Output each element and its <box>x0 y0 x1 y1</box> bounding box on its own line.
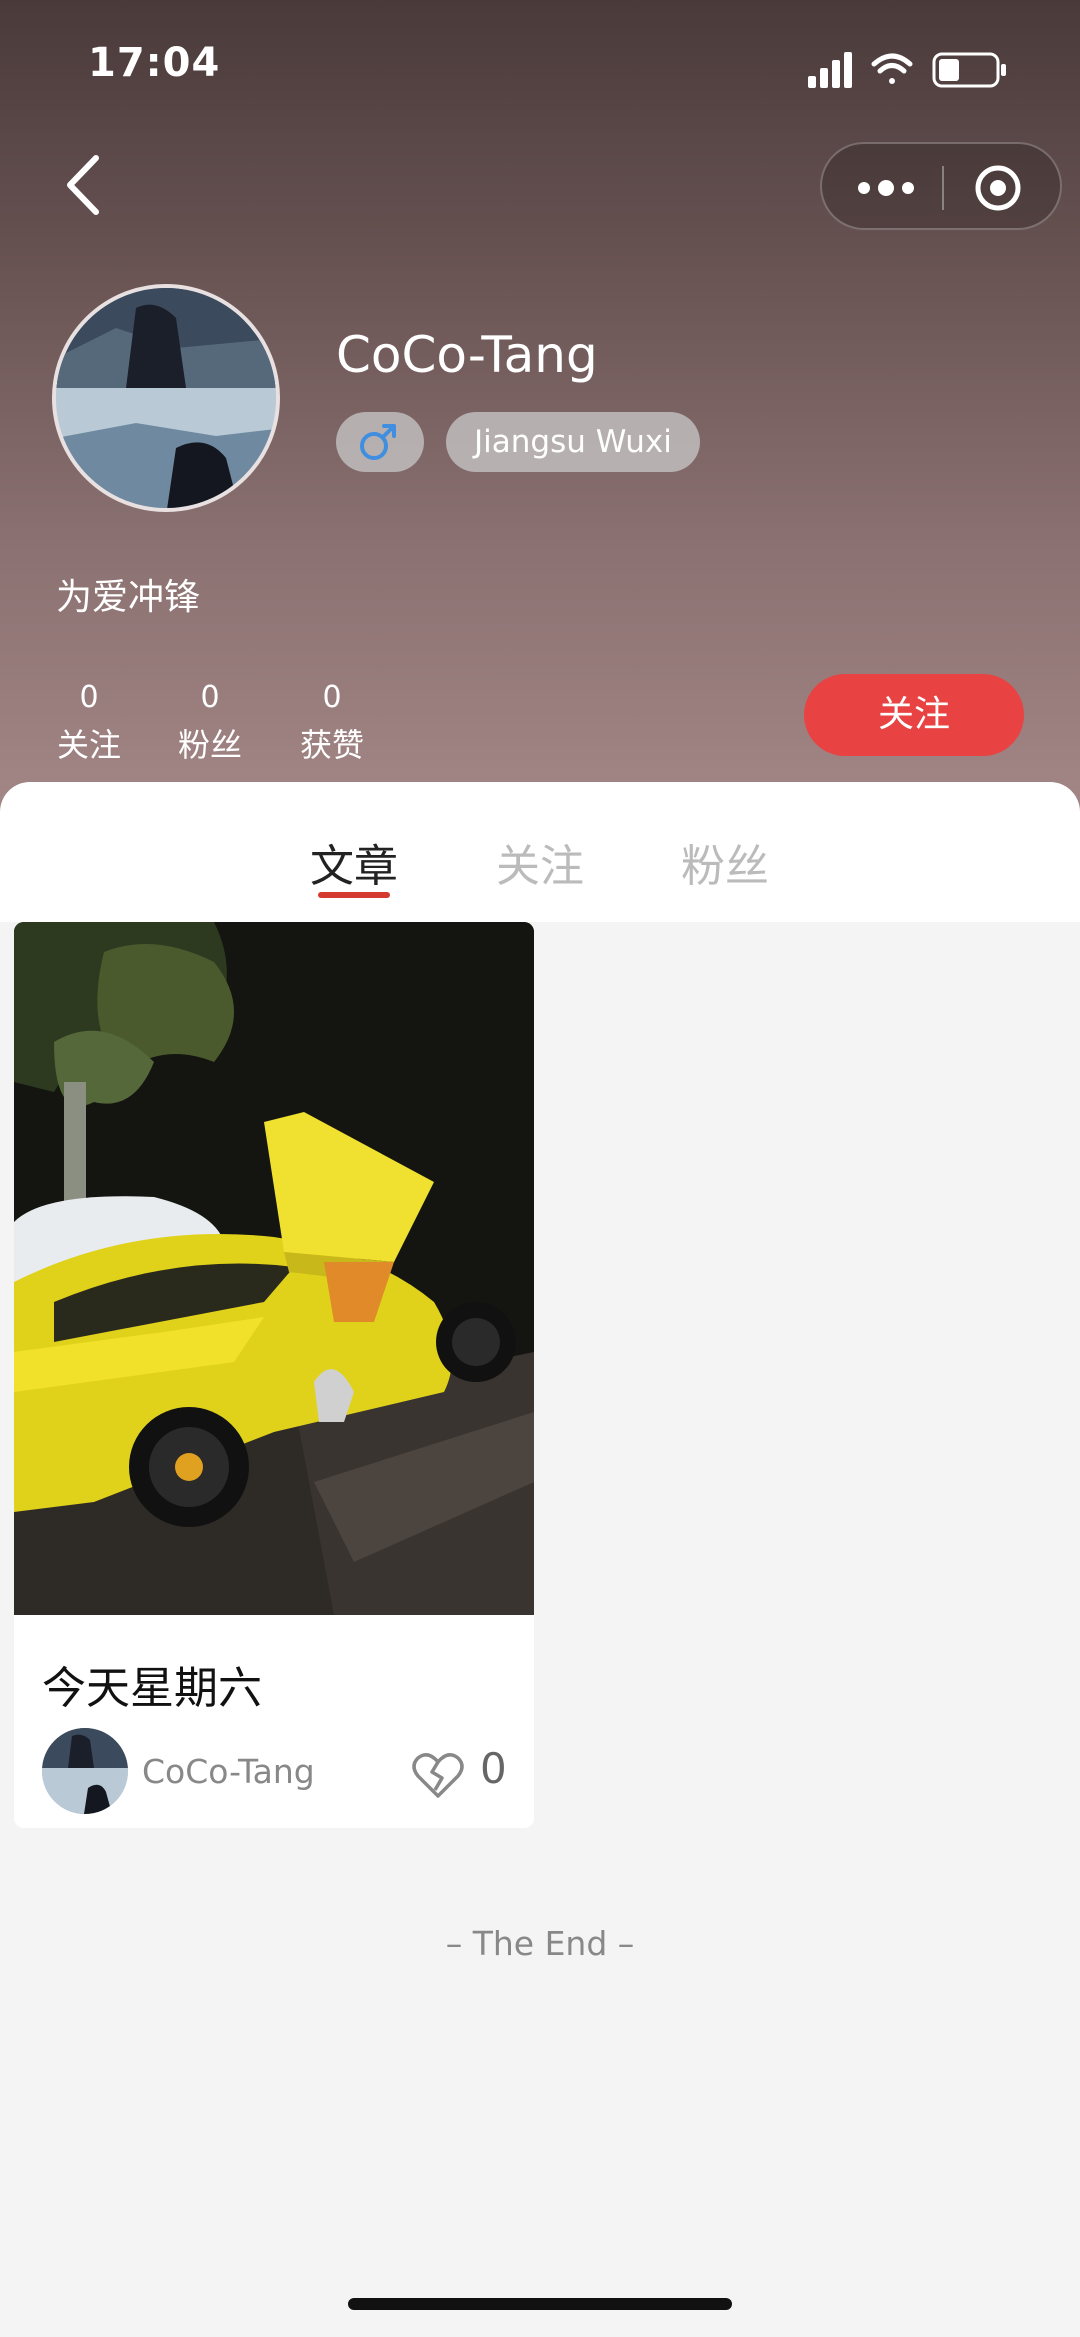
close-miniprogram-button[interactable] <box>970 164 1026 212</box>
more-dots-icon <box>858 180 914 196</box>
active-tab-indicator <box>318 892 390 898</box>
tab-articles[interactable]: 文章 <box>310 830 398 894</box>
article-title: 今天星期六 <box>42 1663 262 1714</box>
follow-button[interactable]: 关注 <box>804 674 1024 756</box>
username: CoCo-Tang <box>336 326 598 384</box>
stat-following-label: 关注 <box>56 726 121 764</box>
article-cover-image <box>14 922 534 1615</box>
status-bar: 17:04 <box>0 0 1080 130</box>
stat-following-count: 0 <box>79 680 99 715</box>
stat-likes-count: 0 <box>322 680 342 715</box>
author-avatar <box>42 1728 128 1814</box>
battery-icon <box>932 52 1006 88</box>
stat-likes[interactable]: 0 获赞 <box>287 676 377 770</box>
tab-fans[interactable]: 粉丝 <box>681 830 769 894</box>
stat-following[interactable]: 0 关注 <box>44 676 134 770</box>
profile-header: 17:04 CoCo-Tang Jiangsu Wuxi 为爱冲锋 0 关注 0… <box>0 0 1080 820</box>
article-author: CoCo-Tang <box>142 1752 315 1791</box>
more-button[interactable] <box>850 166 922 210</box>
cellular-signal-icon <box>808 52 852 88</box>
article-card[interactable]: 今天星期六 CoCo-Tang 0 <box>14 922 534 1828</box>
tab-following[interactable]: 关注 <box>496 830 584 894</box>
stat-likes-label: 获赞 <box>299 726 364 764</box>
list-end-text: – The End – <box>445 1924 635 1963</box>
wifi-icon <box>871 53 913 84</box>
stat-fans-label: 粉丝 <box>177 726 242 764</box>
gender-tag <box>336 412 424 472</box>
capsule-divider <box>942 166 944 210</box>
content-tabs: 文章 关注 粉丝 <box>0 782 1080 922</box>
status-icons <box>808 48 1028 92</box>
broken-heart-icon <box>412 1753 464 1798</box>
chevron-left-icon <box>67 155 99 215</box>
miniprogram-capsule <box>820 142 1062 230</box>
like-count: 0 <box>480 1744 507 1793</box>
home-indicator[interactable] <box>348 2298 732 2310</box>
stat-fans-count: 0 <box>200 680 220 715</box>
like-button[interactable] <box>408 1744 468 1804</box>
avatar[interactable] <box>52 284 280 512</box>
location-tag: Jiangsu Wuxi <box>446 412 700 472</box>
target-circle-icon <box>975 165 1021 211</box>
status-time: 17:04 <box>88 40 221 86</box>
bio: 为爱冲锋 <box>56 577 201 618</box>
back-button[interactable] <box>60 150 110 220</box>
male-icon <box>360 424 396 460</box>
stat-fans[interactable]: 0 粉丝 <box>165 676 255 770</box>
